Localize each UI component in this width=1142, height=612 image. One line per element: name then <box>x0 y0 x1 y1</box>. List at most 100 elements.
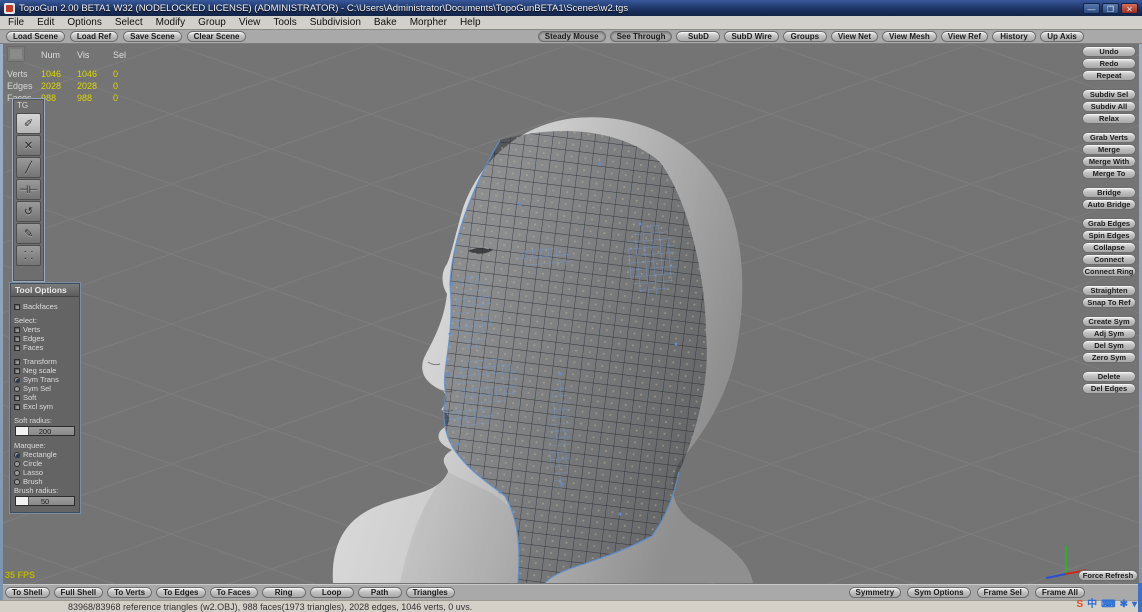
marquee-rectangle-option[interactable]: Rectangle <box>11 450 79 459</box>
menu-bake[interactable]: Bake <box>374 17 397 28</box>
to-faces-button[interactable]: To Faces <box>209 587 258 598</box>
to-verts-button[interactable]: To Verts <box>107 587 153 598</box>
sogou-ime-icon[interactable]: S <box>1076 598 1083 612</box>
bridge-button[interactable]: Bridge <box>1082 187 1136 198</box>
auto-bridge-button[interactable]: Auto Bridge <box>1082 199 1136 210</box>
relax-button[interactable]: Relax <box>1082 113 1136 124</box>
select-tool-button[interactable]: ✐ <box>16 113 41 134</box>
keyboard-icon[interactable]: ⌨ <box>1101 598 1115 612</box>
brush-radius-slider-handle[interactable] <box>16 497 29 505</box>
verts-option[interactable]: Verts <box>11 325 79 334</box>
backfaces-checkbox[interactable] <box>14 303 20 310</box>
tubes-tool-button[interactable]: ⸬ <box>16 245 41 266</box>
brush-radius-slider[interactable]: 50 <box>15 496 75 506</box>
sym-trans-option[interactable]: Sym Trans <box>11 375 79 384</box>
marquee-brush-option[interactable]: Brush <box>11 477 79 486</box>
create-sym-button[interactable]: Create Sym <box>1082 316 1136 327</box>
steady-mouse-button[interactable]: Steady Mouse <box>537 31 606 42</box>
clear-scene-button[interactable]: Clear Scene <box>186 31 247 42</box>
menu-options[interactable]: Options <box>67 17 101 28</box>
sym-trans-radio[interactable] <box>14 376 20 383</box>
del-edges-button[interactable]: Del Edges <box>1082 383 1136 394</box>
spin-edges-button[interactable]: Spin Edges <box>1082 230 1136 241</box>
edges-checkbox[interactable] <box>14 335 20 342</box>
marquee-lasso-radio[interactable] <box>14 469 20 476</box>
view-net-button[interactable]: View Net <box>830 31 879 42</box>
draw-tool-button[interactable]: ╱ <box>16 157 41 178</box>
ring-button[interactable]: Ring <box>261 587 306 598</box>
brush-tool-button[interactable]: ↺ <box>16 201 41 222</box>
to-shell-button[interactable]: To Shell <box>5 587 50 598</box>
repeat-button[interactable]: Repeat <box>1082 70 1136 81</box>
frame-sel-button[interactable]: Frame Sel <box>976 587 1029 598</box>
zero-sym-button[interactable]: Zero Sym <box>1082 352 1136 363</box>
view-ref-button[interactable]: View Ref <box>940 31 988 42</box>
menu-morpher[interactable]: Morpher <box>410 17 447 28</box>
viewport-3d[interactable] <box>0 44 1142 584</box>
menu-view[interactable]: View <box>239 17 261 28</box>
snap-to-ref-button[interactable]: Snap To Ref <box>1082 297 1136 308</box>
view-mesh-button[interactable]: View Mesh <box>882 31 937 42</box>
load-scene-button[interactable]: Load Scene <box>6 31 65 42</box>
excl-sym-option[interactable]: Excl sym <box>11 402 79 411</box>
soft-checkbox[interactable] <box>14 394 20 401</box>
menu-edit[interactable]: Edit <box>37 17 54 28</box>
marquee-lasso-option[interactable]: Lasso <box>11 468 79 477</box>
soft-radius-slider-handle[interactable] <box>16 427 29 435</box>
groups-button[interactable]: Groups <box>782 31 827 42</box>
path-button[interactable]: Path <box>357 587 402 598</box>
sym-sel-radio[interactable] <box>14 385 20 392</box>
subdiv-sel-button[interactable]: Subdiv Sel <box>1082 89 1136 100</box>
marquee-rectangle-radio[interactable] <box>14 451 20 458</box>
minimize-button[interactable]: — <box>1083 2 1100 14</box>
grab-edges-button[interactable]: Grab Edges <box>1082 218 1136 229</box>
load-ref-button[interactable]: Load Ref <box>69 31 119 42</box>
save-scene-button[interactable]: Save Scene <box>123 31 182 42</box>
transform-option[interactable]: Transform <box>11 357 79 366</box>
neg-scale-option[interactable]: Neg scale <box>11 366 79 375</box>
menu-group[interactable]: Group <box>198 17 226 28</box>
transform-checkbox[interactable] <box>14 358 20 365</box>
force-refresh-button[interactable]: Force Refresh <box>1078 570 1138 581</box>
verts-checkbox[interactable] <box>14 326 20 333</box>
sym-options-button[interactable]: Sym Options <box>907 587 971 598</box>
menu-subdivision[interactable]: Subdivision <box>310 17 361 28</box>
backfaces-option[interactable]: Backfaces <box>11 302 79 311</box>
merge-to-button[interactable]: Merge To <box>1082 168 1136 179</box>
faces-option[interactable]: Faces <box>11 343 79 352</box>
edges-option[interactable]: Edges <box>11 334 79 343</box>
loop-button[interactable]: Loop <box>309 587 354 598</box>
menu-tools[interactable]: Tools <box>273 17 296 28</box>
marquee-brush-radio[interactable] <box>14 478 20 485</box>
faces-checkbox[interactable] <box>14 344 20 351</box>
ime-more-icon[interactable]: ▾ <box>1132 598 1137 612</box>
marquee-circle-option[interactable]: Circle <box>11 459 79 468</box>
marquee-circle-radio[interactable] <box>14 460 20 467</box>
subd-button[interactable]: SubD <box>676 31 721 42</box>
menu-select[interactable]: Select <box>115 17 143 28</box>
adj-sym-button[interactable]: Adj Sym <box>1082 328 1136 339</box>
ime-settings-icon[interactable]: ✱ <box>1120 598 1128 612</box>
merge-button[interactable]: Merge <box>1082 144 1136 155</box>
to-edges-button[interactable]: To Edges <box>156 587 206 598</box>
delete-button[interactable]: Delete <box>1082 371 1136 382</box>
subdiv-all-button[interactable]: Subdiv All <box>1082 101 1136 112</box>
collapse-button[interactable]: Collapse <box>1082 242 1136 253</box>
chinese-mode-icon[interactable]: 中 <box>1087 598 1097 612</box>
grab-verts-button[interactable]: Grab Verts <box>1082 132 1136 143</box>
menu-help[interactable]: Help <box>460 17 481 28</box>
sym-sel-option[interactable]: Sym Sel <box>11 384 79 393</box>
straighten-button[interactable]: Straighten <box>1082 285 1136 296</box>
menu-file[interactable]: File <box>8 17 24 28</box>
bridge-tool-button[interactable]: ⊣⊢ <box>16 179 41 200</box>
redo-button[interactable]: Redo <box>1082 58 1136 69</box>
triangles-button[interactable]: Triangles <box>405 587 455 598</box>
see-through-button[interactable]: See Through <box>609 31 673 42</box>
pen-tool-button[interactable]: ✎ <box>16 223 41 244</box>
history-button[interactable]: History <box>992 31 1036 42</box>
maximize-button[interactable]: ❐ <box>1102 2 1119 14</box>
delete-tool-button[interactable]: ✕ <box>16 135 41 156</box>
soft-radius-slider[interactable]: 200 <box>15 426 75 436</box>
close-button[interactable]: ✕ <box>1121 2 1138 14</box>
subd-wire-button[interactable]: SubD Wire <box>724 31 779 42</box>
